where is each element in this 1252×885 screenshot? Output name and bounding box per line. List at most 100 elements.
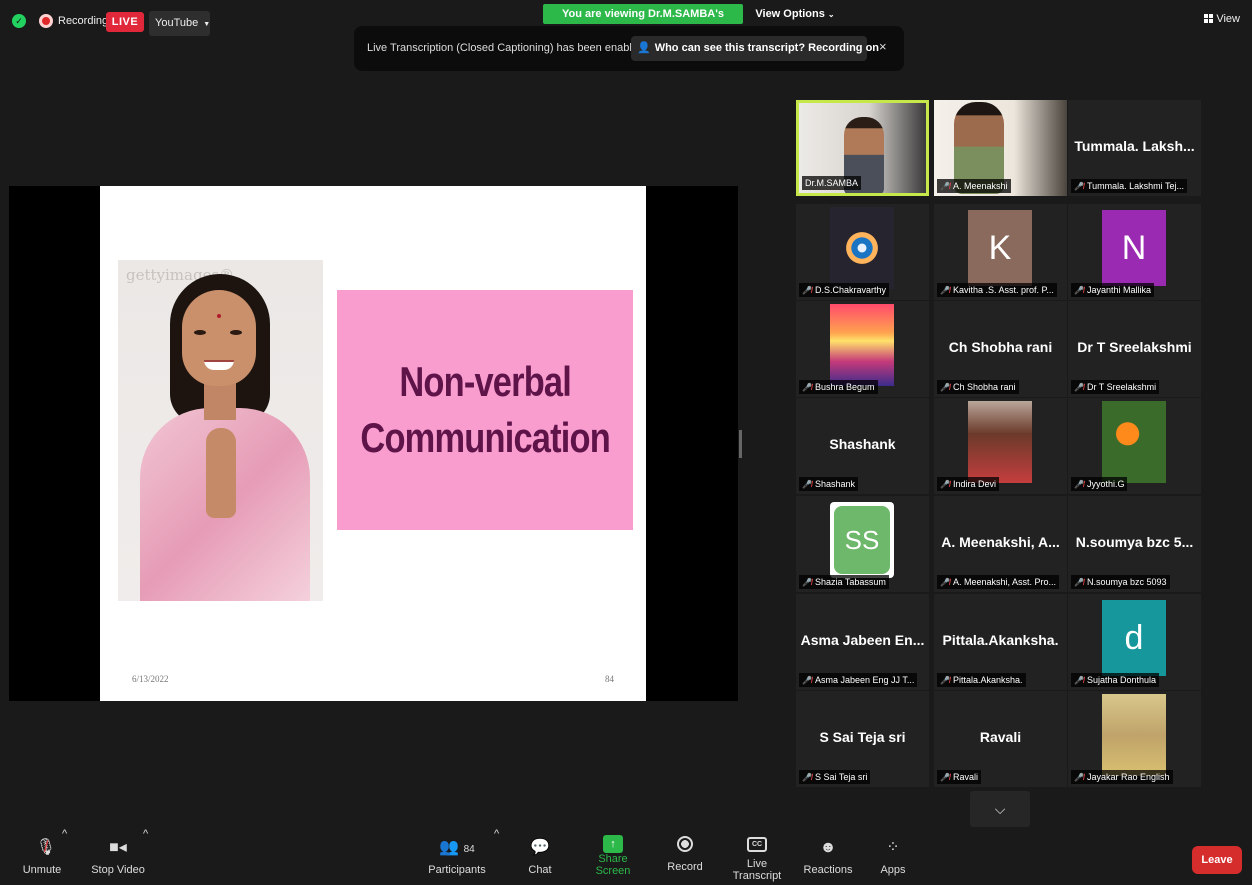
view-button[interactable]: View [1204,13,1240,25]
participant-tile[interactable]: 🎤̸ Indira Devi [934,398,1067,494]
participant-name: Shazia Tabassum [814,577,886,587]
participant-tile[interactable]: Ravali 🎤̸ Ravali [934,691,1067,787]
audio-options-caret-icon[interactable]: ^ [62,828,67,885]
apps-label: Apps [880,864,906,876]
video-options-caret-icon[interactable]: ^ [143,828,148,885]
participant-name-tag: 🎤̸ Sujatha Donthula [1071,673,1160,687]
photo-neck [204,380,236,420]
microphone-muted-icon: 🎤̸ [940,578,950,587]
participant-tile[interactable]: Asma Jabeen En... 🎤̸ Asma Jabeen Eng JJ T.… [796,594,929,690]
caret-down-icon: ▼ [203,21,211,28]
participant-display-name: Dr T Sreelakshmi [1077,339,1192,355]
who-can-see-transcript-button[interactable]: 👤 Who can see this transcript? Recording … [631,36,879,61]
participant-tile[interactable]: Tummala. Laksh... 🎤̸ Tummala. Lakshmi Tej.… [1068,100,1201,196]
view-label: View [1216,13,1240,25]
meeting-toolbar: 🎙/ Unmute ^ ■◂ Stop Video ^ 👥 84 Partici… [0,828,1252,885]
transcript-notification: Live Transcription (Closed Captioning) h… [354,26,904,71]
participant-tile[interactable]: K 🎤̸ Kavitha .S. Asst. prof. P... [934,204,1067,300]
view-options-label: View Options [755,8,825,20]
participant-tile[interactable]: A. Meenakshi, A... 🎤̸ A. Meenakshi, Asst. … [934,496,1067,592]
microphone-muted-icon: 🎤̸ [940,182,950,191]
participant-name: Ch Shobha rani [952,382,1016,392]
participant-tile[interactable]: 🎤̸ D.S.Chakravarthy [796,204,929,300]
participant-tile[interactable]: Dr T Sreelakshmi 🎤̸ Dr T Sreelakshmi [1068,301,1201,397]
view-options-button[interactable]: View Options ⌄ [752,4,838,24]
smiley-plus-icon: ☻ [819,839,837,856]
participant-tile[interactable]: d 🎤̸ Sujatha Donthula [1068,594,1201,690]
slide-title-box: Non-verbal Communication [337,290,633,530]
microphone-muted-icon: 🎤̸ [1074,383,1084,392]
participant-tile[interactable]: 🎤̸ Jayakar Rao English [1068,691,1201,787]
participant-tile[interactable]: S Sai Teja sri 🎤̸ S Sai Teja sri [796,691,929,787]
slide-title-line2: Communication [360,414,610,461]
reactions-button[interactable]: ☻ Reactions [803,828,853,885]
participant-name: Ravali [952,772,978,782]
closed-caption-icon: CC [747,837,767,852]
participant-tile[interactable]: N 🎤̸ Jayanthi Mallika [1068,204,1201,300]
leave-button[interactable]: Leave [1192,846,1242,874]
panel-resize-handle[interactable] [739,430,742,458]
microphone-muted-icon: 🎤̸ [940,480,950,489]
record-icon [677,836,693,852]
participants-label: Participants [428,864,486,876]
microphone-muted-icon: 🎤̸ [940,286,950,295]
chevron-down-icon: ⌄ [827,10,835,19]
live-badge: LIVE [106,12,144,32]
shared-screen: gettyimages® Non-verbal Communication 6/… [9,186,738,701]
participant-tile[interactable]: Shashank 🎤̸ Shashank [796,398,929,494]
person-info-icon: 👤 [637,42,651,54]
participant-display-name: Ch Shobha rani [948,339,1053,355]
participants-count: 84 [463,844,475,855]
participant-name-tag: 🎤̸ Jayakar Rao English [1071,770,1173,784]
youtube-stream-button[interactable]: YouTube ▼ [149,11,210,36]
microphone-muted-icon: 🎤̸ [802,578,812,587]
participant-name-tag: 🎤̸ Kavitha .S. Asst. prof. P... [937,283,1057,297]
participant-name-tag: 🎤̸ Pittala.Akanksha. [937,673,1026,687]
apps-grid-icon: ⁘ [886,839,900,856]
recording-label: Recording [58,15,109,27]
participant-display-name: Asma Jabeen En... [800,632,925,648]
participant-name: S Sai Teja sri [814,772,868,782]
video-camera-icon: ■◂ [109,839,127,856]
apps-button[interactable]: ⁘ Apps [876,828,910,885]
chat-button[interactable]: 💬 Chat [522,828,558,885]
participants-icon: 👥 [439,839,460,856]
profile-picture [830,304,894,386]
microphone-muted-icon: 🎤̸ [1074,773,1084,782]
participant-tile[interactable]: N.soumya bzc 5... 🎤̸ N.soumya bzc 5093 [1068,496,1201,592]
participant-tile[interactable]: Dr.M.SAMBA [796,100,929,196]
microphone-muted-icon: 🎤̸ [1074,480,1084,489]
participant-tile[interactable]: 🎤̸ Jyyothi.G [1068,398,1201,494]
participant-display-name: S Sai Teja sri [819,729,906,745]
participants-button[interactable]: 👥 84 Participants [427,828,487,885]
participant-tile[interactable]: Ch Shobha rani 🎤̸ Ch Shobha rani [934,301,1067,397]
participant-display-name: Shashank [829,436,896,452]
stop-video-button[interactable]: ■◂ Stop Video [88,828,148,885]
participant-tile[interactable]: SS 🎤̸ Shazia Tabassum [796,496,929,592]
participant-name-tag: 🎤̸ N.soumya bzc 5093 [1071,575,1170,589]
recording-icon [39,14,53,28]
slide-photo: gettyimages® [118,260,323,601]
record-button[interactable]: Record [665,828,705,885]
slide-title-line1: Non-verbal [399,358,572,405]
microphone-muted-icon: 🎤̸ [940,676,950,685]
participant-tile[interactable]: Pittala.Akanksha. 🎤̸ Pittala.Akanksha. [934,594,1067,690]
live-transcript-button[interactable]: CC Live Transcript [722,828,792,885]
participant-tile[interactable]: 🎤̸ A. Meenakshi [934,100,1067,196]
participant-display-name: Tummala. Laksh... [1074,138,1195,154]
photo-eye [194,330,206,335]
close-icon[interactable]: × [879,39,887,54]
participant-name: Dr T Sreelakshmi [1086,382,1157,392]
participant-display-name: Pittala.Akanksha. [942,632,1059,648]
microphone-muted-icon: 🎤̸ [802,286,812,295]
participant-tile[interactable]: 🎤̸ Bushra Begum [796,301,929,397]
photo-eye [230,330,242,335]
scroll-down-button[interactable]: ⌵ [970,791,1030,827]
security-shield-icon[interactable]: ✓ [12,14,26,28]
participants-options-caret-icon[interactable]: ^ [494,828,499,885]
participant-name-tag: 🎤̸ Ravali [937,770,981,784]
share-screen-arrow-icon: ↑ [603,835,623,853]
share-screen-button[interactable]: ↑ Share Screen [581,828,645,885]
participant-name-tag: Dr.M.SAMBA [802,176,862,190]
reactions-label: Reactions [803,864,853,876]
